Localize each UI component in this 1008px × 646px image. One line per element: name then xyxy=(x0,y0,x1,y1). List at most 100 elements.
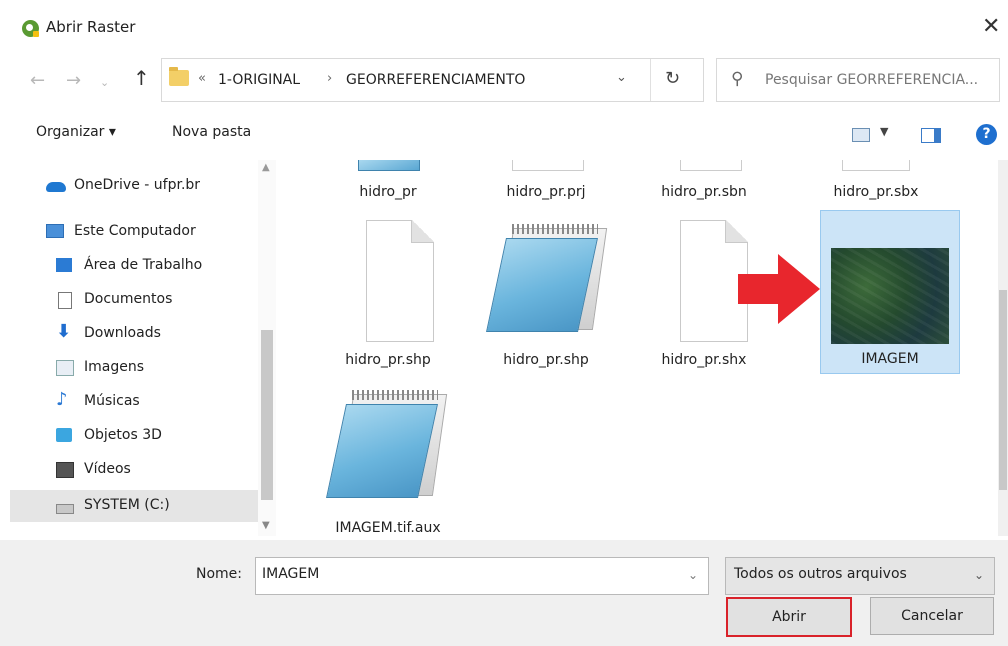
refresh-icon[interactable]: ↻ xyxy=(665,68,680,89)
search-placeholder: Pesquisar GEORREFERENCIA... xyxy=(765,72,979,88)
desktop-icon xyxy=(56,258,72,272)
file-name: hidro_pr.shp xyxy=(345,352,431,368)
sidebar-item-computer[interactable]: Este Computador xyxy=(10,216,260,248)
downloads-icon: ⬇ xyxy=(56,321,72,342)
sidebar-item-desktop[interactable]: Área de Trabalho xyxy=(10,250,260,282)
organize-button[interactable]: Organizar ▾ xyxy=(36,124,116,140)
sidebar-item-label: Vídeos xyxy=(84,461,131,477)
close-icon[interactable]: ✕ xyxy=(982,14,1000,39)
scroll-up-icon[interactable]: ▲ xyxy=(262,162,270,173)
file-item[interactable]: hidro_pr.prj xyxy=(476,160,616,206)
file-name: hidro_pr xyxy=(359,184,417,200)
dialog-footer: Nome: IMAGEM ⌄ Todos os outros arquivos … xyxy=(0,540,1008,646)
file-name: hidro_pr.sbx xyxy=(833,184,919,200)
computer-icon xyxy=(46,224,64,238)
sidebar-scrollbar[interactable]: ▲ ▼ xyxy=(258,160,276,536)
file-name: hidro_pr.shx xyxy=(661,352,747,368)
open-button[interactable]: Abrir xyxy=(726,597,852,637)
file-item-selected[interactable]: IMAGEM xyxy=(820,210,960,374)
blank-document-icon xyxy=(680,160,742,171)
sidebar-item-label: SYSTEM (C:) xyxy=(84,497,170,513)
content-scrollbar[interactable] xyxy=(998,160,1008,536)
sidebar-item-label: Objetos 3D xyxy=(84,427,162,443)
file-type-value: Todos os outros arquivos xyxy=(734,566,907,582)
notepad-icon xyxy=(358,160,420,171)
file-item[interactable]: IMAGEM.tif.aux xyxy=(318,386,458,536)
up-arrow-icon[interactable]: ↑ xyxy=(133,66,150,90)
forward-arrow-icon[interactable]: → xyxy=(66,70,81,91)
highlight-arrow xyxy=(738,254,820,324)
qgis-logo-icon xyxy=(22,20,39,37)
pictures-icon xyxy=(56,360,74,376)
help-icon[interactable]: ? xyxy=(976,124,997,145)
new-folder-button[interactable]: Nova pasta xyxy=(172,124,251,140)
raster-image-thumbnail xyxy=(831,248,949,344)
objects-3d-icon xyxy=(56,428,72,442)
file-name-value: IMAGEM xyxy=(262,566,320,582)
sidebar-item-label: Este Computador xyxy=(74,223,196,239)
sidebar-item-music[interactable]: ♪ Músicas xyxy=(10,386,260,418)
folder-icon xyxy=(169,67,189,86)
back-arrow-icon[interactable]: ← xyxy=(30,70,45,91)
sidebar-item-system-drive[interactable]: SYSTEM (C:) xyxy=(10,490,260,522)
file-name: IMAGEM xyxy=(861,351,919,367)
sidebar-item-onedrive[interactable]: OneDrive - ufpr.br xyxy=(10,170,260,202)
search-icon: ⚲ xyxy=(731,69,744,89)
chevron-down-icon[interactable]: ⌄ xyxy=(616,70,627,85)
sidebar-item-label: Downloads xyxy=(84,325,161,341)
scrollbar-thumb[interactable] xyxy=(999,290,1007,490)
breadcrumb-overflow[interactable]: « xyxy=(198,71,206,86)
file-name-input[interactable]: IMAGEM ⌄ xyxy=(255,557,709,595)
breadcrumb-item[interactable]: GEORREFERENCIAMENTO xyxy=(346,72,525,88)
file-type-select[interactable]: Todos os outros arquivos ⌄ xyxy=(725,557,995,595)
sidebar-item-label: Área de Trabalho xyxy=(84,257,203,273)
sidebar-item-downloads[interactable]: ⬇ Downloads xyxy=(10,318,260,350)
notepad-icon xyxy=(486,224,608,340)
navigation-pane: OneDrive - ufpr.br Este Computador Área … xyxy=(10,160,286,536)
file-dialog-window: Abrir Raster ✕ ← → ⌄ ↑ « 1-ORIGINAL › GE… xyxy=(0,0,1008,646)
file-name: IMAGEM.tif.aux xyxy=(335,520,441,536)
file-name: hidro_pr.prj xyxy=(506,184,586,200)
divider xyxy=(650,59,651,101)
chevron-down-icon[interactable]: ⌄ xyxy=(688,568,698,582)
search-input[interactable]: ⚲ Pesquisar GEORREFERENCIA... xyxy=(716,58,1000,102)
change-view-icon[interactable] xyxy=(852,128,870,142)
sidebar-item-videos[interactable]: Vídeos xyxy=(10,454,260,486)
file-item[interactable]: hidro_pr.sbn xyxy=(634,160,774,206)
preview-pane-icon[interactable] xyxy=(921,128,941,143)
file-name: hidro_pr.sbn xyxy=(661,184,747,200)
sidebar-item-3d-objects[interactable]: Objetos 3D xyxy=(10,420,260,452)
file-item[interactable]: hidro_pr.sbx xyxy=(806,160,946,206)
blank-document-icon xyxy=(842,160,910,171)
blank-document-icon xyxy=(366,220,434,342)
breadcrumb-separator: › xyxy=(327,71,333,86)
documents-icon xyxy=(58,292,72,309)
sidebar-item-label: Imagens xyxy=(84,359,145,375)
videos-icon xyxy=(56,462,74,478)
window-title: Abrir Raster xyxy=(46,18,136,36)
scroll-down-icon[interactable]: ▼ xyxy=(262,520,270,531)
chevron-down-icon[interactable]: ▼ xyxy=(880,125,888,138)
sidebar-item-label: Documentos xyxy=(84,291,173,307)
drive-icon xyxy=(56,504,74,514)
file-item[interactable]: hidro_pr.shp xyxy=(318,216,458,376)
breadcrumb-item[interactable]: 1-ORIGINAL xyxy=(218,72,300,88)
title-bar: Abrir Raster ✕ xyxy=(0,0,1008,52)
onedrive-icon xyxy=(46,182,66,192)
scrollbar-thumb[interactable] xyxy=(261,330,273,500)
file-item[interactable]: hidro_pr.shp xyxy=(476,216,616,376)
notepad-icon xyxy=(326,390,448,506)
sidebar-item-label: Músicas xyxy=(84,393,140,409)
recent-locations-icon[interactable]: ⌄ xyxy=(100,76,109,89)
music-icon: ♪ xyxy=(56,389,68,410)
file-name: hidro_pr.shp xyxy=(503,352,589,368)
file-name-label: Nome: xyxy=(196,566,243,582)
toolbar: Organizar ▾ Nova pasta ▼ ? xyxy=(0,112,1008,157)
file-item[interactable]: hidro_pr xyxy=(318,160,458,206)
address-bar[interactable]: « 1-ORIGINAL › GEORREFERENCIAMENTO ⌄ ↻ xyxy=(161,58,704,102)
cancel-button[interactable]: Cancelar xyxy=(870,597,994,635)
chevron-down-icon: ⌄ xyxy=(974,568,985,582)
sidebar-item-documents[interactable]: Documentos xyxy=(10,284,260,316)
sidebar-item-pictures[interactable]: Imagens xyxy=(10,352,260,384)
blank-document-icon xyxy=(512,160,584,171)
